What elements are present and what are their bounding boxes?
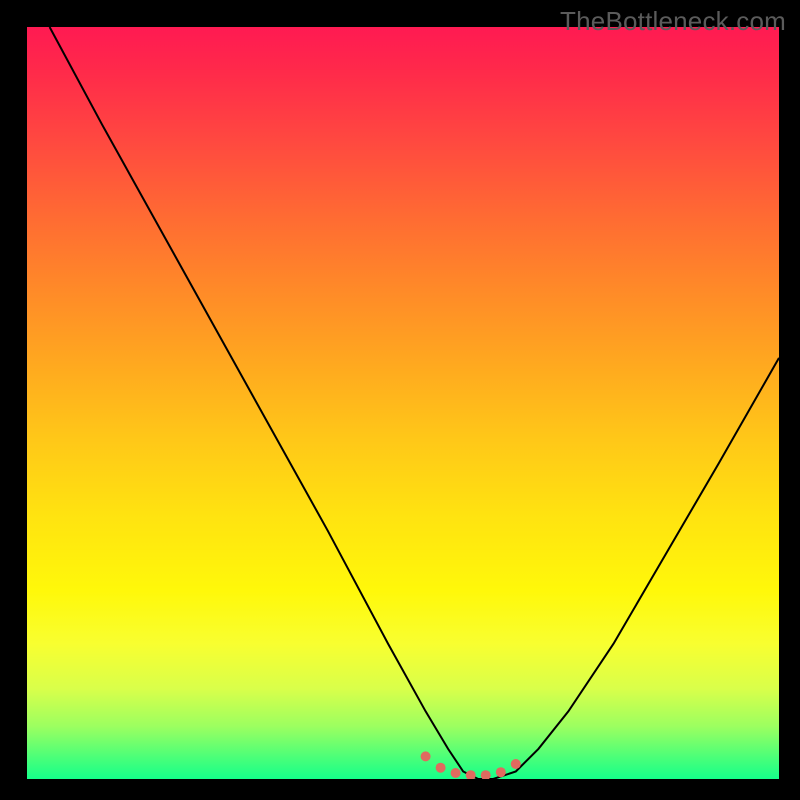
- sweet-spot-dot: [496, 767, 506, 777]
- watermark-text: TheBottleneck.com: [560, 6, 786, 37]
- sweet-spot-dot: [466, 770, 476, 779]
- sweet-spot-dot: [511, 759, 521, 769]
- bottleneck-curve-path: [50, 27, 779, 779]
- sweet-spot-dot: [421, 751, 431, 761]
- chart-frame: TheBottleneck.com: [0, 0, 800, 800]
- sweet-spot-dot: [451, 768, 461, 778]
- curve-layer: [27, 27, 779, 779]
- sweet-spot-dot: [481, 770, 491, 779]
- sweet-spot-dot: [436, 763, 446, 773]
